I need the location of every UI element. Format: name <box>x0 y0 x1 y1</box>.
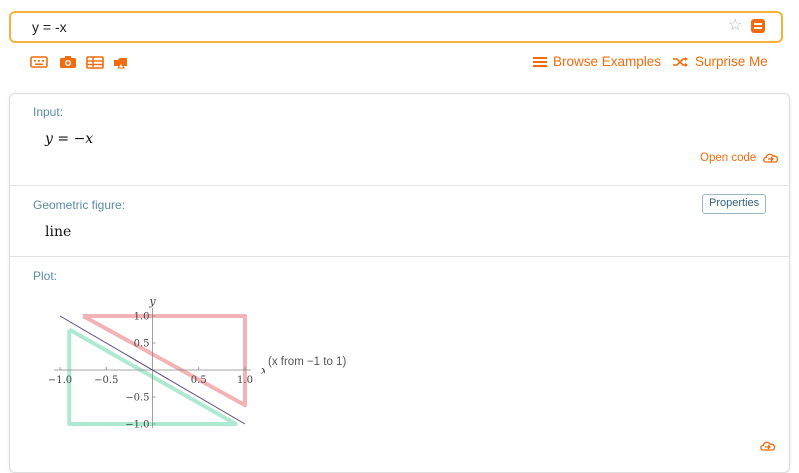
y-tick-label: 0.5 <box>134 339 150 350</box>
pod-divider <box>10 185 789 186</box>
plot-pod-title: Plot: <box>33 269 58 283</box>
y-tick-label: 1.0 <box>134 312 150 323</box>
x-tick-label: 1.0 <box>237 375 253 386</box>
input-expression: y = −x <box>45 131 93 147</box>
geometric-pod-title: Geometric figure: <box>33 198 126 212</box>
x-tick-label: −0.5 <box>94 375 118 386</box>
camera-icon[interactable] <box>59 54 77 70</box>
open-code-button[interactable]: Open code <box>700 151 780 164</box>
cloud-arrow-icon[interactable] <box>759 439 777 457</box>
x-tick-label: 0.5 <box>191 375 207 386</box>
cloud-arrow-icon-svg <box>760 441 776 451</box>
cloud-arrow-icon <box>763 153 779 163</box>
upload-icon[interactable] <box>112 54 130 70</box>
x-axis-label: x <box>261 364 265 377</box>
highlight-shape-0 <box>82 314 247 408</box>
y-axis-label: y <box>148 295 156 308</box>
pod-divider <box>10 256 789 257</box>
input-rhs: −x <box>73 131 94 147</box>
surprise-me-link[interactable]: Surprise Me <box>673 54 768 69</box>
browse-examples-link[interactable]: Browse Examples <box>533 54 661 69</box>
search-input[interactable] <box>32 17 672 37</box>
keyboard-icon[interactable] <box>30 54 48 70</box>
y-tick-label: −1.0 <box>125 420 149 431</box>
surprise-me-label: Surprise Me <box>695 54 768 69</box>
x-tick-label: −1.0 <box>48 375 72 386</box>
input-lhs: y <box>45 131 53 147</box>
plot-range-note: (x from −1 to 1) <box>268 356 347 368</box>
table-icon[interactable] <box>86 54 104 70</box>
menu-icon <box>533 56 547 67</box>
compute-button[interactable] <box>751 19 765 33</box>
star-icon[interactable]: ☆ <box>728 16 742 36</box>
input-pod-title: Input: <box>33 105 64 119</box>
shuffle-icon <box>673 56 688 67</box>
open-code-label: Open code <box>700 151 757 164</box>
search-bar: ☆ <box>9 11 783 43</box>
results-card: Input: y = −x Open code Geometric figure… <box>9 93 790 473</box>
input-eq: = <box>57 131 70 147</box>
browse-examples-label: Browse Examples <box>553 54 662 69</box>
y-tick-label: −0.5 <box>125 393 149 404</box>
geometric-figure-value: line <box>45 224 72 240</box>
plot-chart: −1.0 −0.5 0.5 1.0 1.0 0.5 −0.5 −1.0 x y <box>48 295 265 431</box>
properties-button[interactable]: Properties <box>702 194 767 214</box>
